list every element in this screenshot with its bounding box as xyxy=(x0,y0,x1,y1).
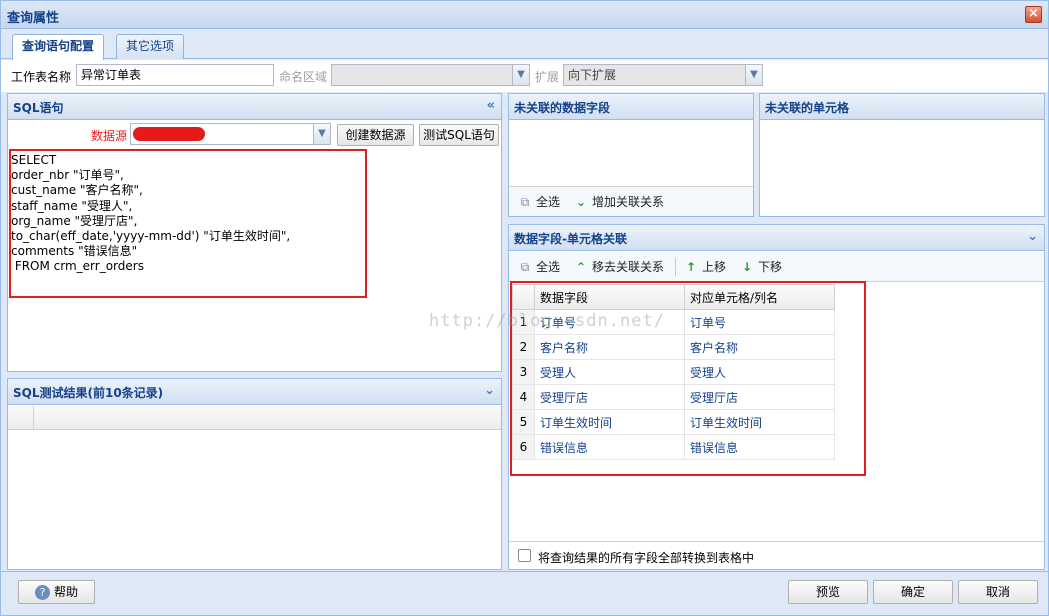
move-down-button[interactable]: ↓ 下移 xyxy=(739,256,782,278)
sheet-name-label: 工作表名称 xyxy=(11,70,72,84)
collapse-down-icon[interactable]: ⌄ xyxy=(484,383,495,398)
mapping-toolbar: ⧉ 全选 ⌃ 移去关联关系 ↑ 上移 ↓ 下移 xyxy=(509,252,1044,282)
arrow-down-icon: ↓ xyxy=(741,260,753,274)
highlight-box xyxy=(9,149,367,298)
unlinked-fields-toolbar: ⧉ 全选 ⌄ 增加关联关系 xyxy=(509,186,753,216)
sql-panel-header: SQL语句 « xyxy=(8,94,501,120)
collapse-down-icon[interactable]: ⌄ xyxy=(1027,229,1038,244)
mapping-panel-header: 数据字段-单元格关联 ⌄ xyxy=(509,225,1044,251)
chevron-down-icon[interactable]: ▼ xyxy=(745,65,762,85)
toolbar-separator xyxy=(675,258,676,276)
create-datasource-button[interactable]: 创建数据源 xyxy=(337,124,414,146)
mapping-select-all-button[interactable]: ⧉ 全选 xyxy=(517,256,560,278)
convert-all-checkbox[interactable] xyxy=(518,549,531,562)
dialog-titlebar: 查询属性 × xyxy=(1,1,1048,29)
ok-button[interactable]: 确定 xyxy=(873,580,953,604)
unlinked-fields-title: 未关联的数据字段 xyxy=(514,101,611,115)
sheet-name-input[interactable]: 异常订单表 xyxy=(76,64,274,86)
collapse-left-icon[interactable]: « xyxy=(487,98,495,113)
convert-all-label: 将查询结果的所有字段全部转换到表格中 xyxy=(538,551,755,565)
convert-all-row: 将查询结果的所有字段全部转换到表格中 xyxy=(509,541,1044,569)
named-region-label: 命名区域 xyxy=(279,70,328,84)
unlinked-fields-header: 未关联的数据字段 xyxy=(509,94,753,120)
select-all-button[interactable]: ⧉ 全选 xyxy=(517,191,560,213)
tab-query-config[interactable]: 查询语句配置 xyxy=(12,34,105,60)
unlinked-cells-header: 未关联的单元格 xyxy=(760,94,1044,120)
remove-link-button[interactable]: ⌃ 移去关联关系 xyxy=(573,256,664,278)
result-grid-header xyxy=(8,406,501,430)
unlinked-fields-panel: 未关联的数据字段 ⧉ 全选 ⌄ 增加关联关系 xyxy=(508,93,754,217)
move-up-button[interactable]: ↑ 上移 xyxy=(683,256,726,278)
test-sql-button[interactable]: 测试SQL语句 xyxy=(419,124,499,146)
sql-test-panel-header: SQL测试结果(前10条记录) ⌄ xyxy=(8,379,501,405)
sql-test-panel-title: SQL测试结果(前10条记录) xyxy=(13,386,164,400)
redacted-datasource-value xyxy=(133,127,205,141)
double-chevron-up-icon: ⌃ xyxy=(575,260,587,274)
chevron-down-icon[interactable]: ▼ xyxy=(313,124,330,144)
close-icon[interactable]: × xyxy=(1025,6,1042,23)
double-chevron-down-icon: ⌄ xyxy=(575,195,587,209)
add-link-button[interactable]: ⌄ 增加关联关系 xyxy=(573,191,664,213)
datasource-label: 数据源 xyxy=(91,129,128,143)
extend-label: 扩展 xyxy=(535,70,560,84)
dialog-title: 查询属性 xyxy=(7,11,60,26)
extend-select[interactable]: 向下扩展 ▼ xyxy=(563,64,763,86)
unlinked-cells-title: 未关联的单元格 xyxy=(765,101,850,115)
preview-button[interactable]: 预览 xyxy=(788,580,868,604)
tab-strip: 查询语句配置 其它选项 xyxy=(1,29,1048,60)
dialog-footer: ? 帮助 预览 确定 取消 xyxy=(1,571,1048,615)
mapping-panel-title: 数据字段-单元格关联 xyxy=(514,232,627,246)
help-button[interactable]: ? 帮助 xyxy=(18,580,95,604)
arrow-up-icon: ↑ xyxy=(685,260,697,274)
help-icon: ? xyxy=(34,585,50,600)
sql-test-panel: SQL测试结果(前10条记录) ⌄ xyxy=(7,378,502,570)
named-region-select[interactable]: ▼ xyxy=(331,64,530,86)
sql-panel-title: SQL语句 xyxy=(13,101,64,115)
copy-icon: ⧉ xyxy=(520,260,530,274)
cancel-button[interactable]: 取消 xyxy=(958,580,1038,604)
unlinked-cells-panel: 未关联的单元格 xyxy=(759,93,1045,217)
watermark: http://blog.csdn.net/ xyxy=(429,311,665,331)
query-properties-dialog: 查询属性 × 查询语句配置 其它选项 工作表名称 异常订单表 命名区域 ▼ 扩展… xyxy=(0,0,1049,616)
copy-icon: ⧉ xyxy=(520,195,530,209)
chevron-down-icon[interactable]: ▼ xyxy=(512,65,529,85)
grid-divider xyxy=(33,406,34,430)
tab-other-options[interactable]: 其它选项 xyxy=(116,34,185,59)
sheet-options-row: 工作表名称 异常订单表 命名区域 ▼ 扩展 向下扩展 ▼ xyxy=(1,60,1048,92)
